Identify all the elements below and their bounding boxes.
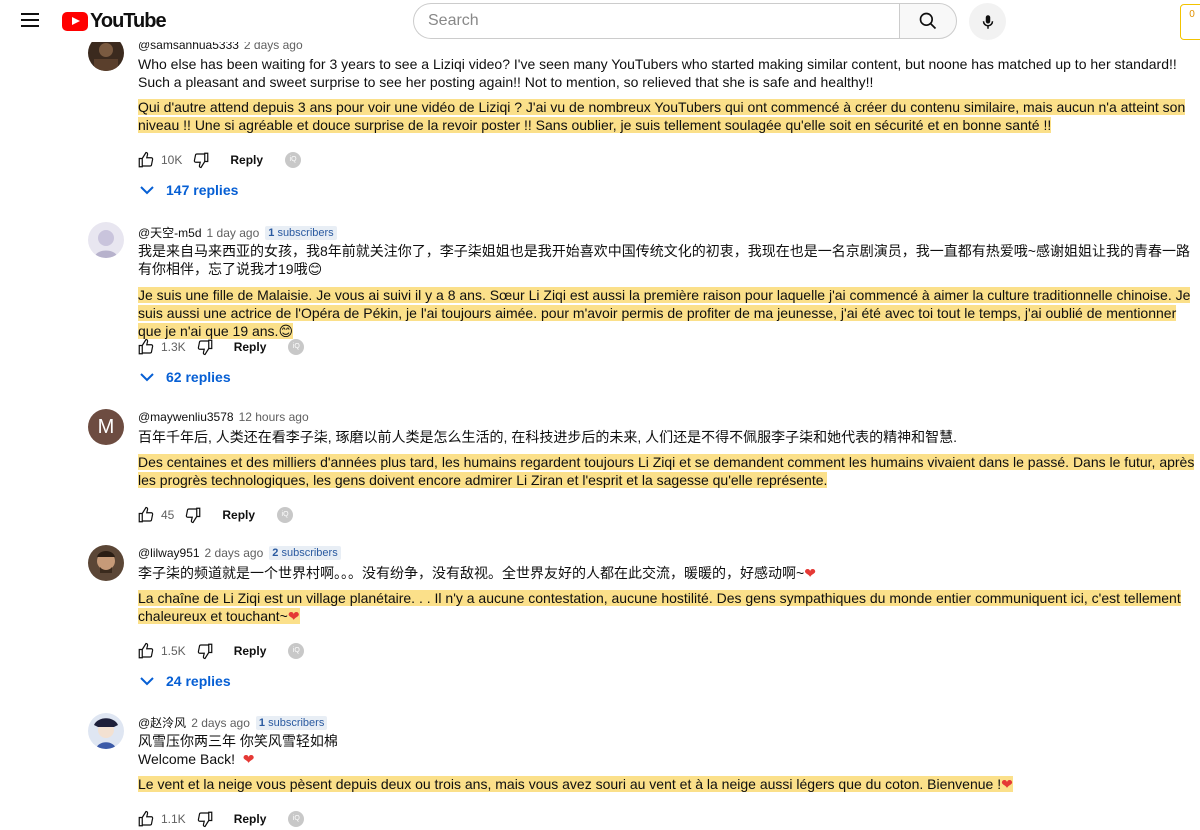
- avatar[interactable]: [88, 545, 124, 581]
- comment-author[interactable]: @赵泠风: [138, 714, 186, 731]
- like-icon[interactable]: [137, 642, 155, 660]
- reply-button[interactable]: Reply: [234, 340, 267, 354]
- heart-icon: ❤: [804, 565, 816, 581]
- search-icon: [919, 12, 937, 30]
- heart-icon: ❤: [242, 751, 255, 767]
- comment-meta: @lilway951 2 days ago 2 subscribers: [138, 546, 341, 560]
- top-bar: YouTube 0: [0, 0, 1200, 42]
- like-count: 10K: [161, 153, 183, 167]
- chevron-down-icon: [140, 677, 154, 686]
- comment-author[interactable]: @maywenliu3578: [138, 410, 234, 424]
- voice-search-button[interactable]: [969, 3, 1006, 40]
- logo-text: YouTube: [90, 9, 167, 32]
- translate-extension-icon[interactable]: iQ: [288, 643, 305, 659]
- subscriber-badge: 1 subscribers: [255, 715, 328, 730]
- heart-icon: ❤: [1001, 776, 1013, 792]
- comment-time[interactable]: 2 days ago: [205, 546, 264, 560]
- like-icon[interactable]: [137, 810, 155, 828]
- comment-actions: 1.3K Reply iQ: [137, 336, 305, 358]
- youtube-play-icon: [62, 11, 88, 31]
- avatar[interactable]: [88, 222, 124, 258]
- comment-time[interactable]: 1 day ago: [207, 226, 260, 240]
- dislike-icon[interactable]: [196, 338, 214, 356]
- avatar-image: [88, 222, 124, 258]
- view-replies-button[interactable]: 62 replies: [140, 369, 231, 385]
- like-icon[interactable]: [137, 506, 155, 524]
- comment-actions: 1.1K Reply iQ: [137, 808, 305, 830]
- search-button[interactable]: [899, 3, 957, 39]
- comment-time[interactable]: 2 days ago: [191, 716, 250, 730]
- comment-translation: Le vent et la neige vous pèsent depuis d…: [138, 776, 1013, 792]
- comment-actions: 10K Reply iQ: [137, 149, 302, 171]
- chevron-down-icon: [140, 186, 154, 195]
- like-count: 1.1K: [161, 812, 186, 826]
- translate-extension-icon[interactable]: iQ: [288, 811, 305, 827]
- like-count: 1.3K: [161, 340, 186, 354]
- translate-extension-icon[interactable]: iQ: [285, 152, 302, 168]
- reply-button[interactable]: Reply: [234, 812, 267, 826]
- comment-text: 风雪压你两三年 你笑风雪轻如棉 Welcome Back! ❤: [138, 733, 338, 767]
- avatar-image: [88, 713, 124, 749]
- reply-button[interactable]: Reply: [222, 508, 255, 522]
- dislike-icon[interactable]: [192, 151, 210, 169]
- youtube-logo[interactable]: YouTube: [62, 8, 167, 34]
- comment-author[interactable]: @天空-m5d: [138, 224, 202, 241]
- dislike-icon[interactable]: [196, 810, 214, 828]
- heart-icon: ❤: [287, 608, 300, 624]
- search-input[interactable]: [413, 3, 899, 39]
- translate-extension-icon[interactable]: iQ: [288, 339, 305, 355]
- comment-text: 百年千年后, 人类还在看李子柒, 琢磨以前人类是怎么生活的, 在科技进步后的未来…: [138, 429, 958, 445]
- comment-author[interactable]: @lilway951: [138, 546, 200, 560]
- comment-translation: Des centaines et des milliers d'années p…: [138, 454, 1195, 488]
- replies-count: 62 replies: [166, 369, 231, 385]
- like-icon[interactable]: [137, 338, 155, 356]
- comment-text: 李子柒的频道就是一个世界村啊。。。没有纷争，没有敌视。全世界友好的人都在此交流，…: [138, 565, 816, 581]
- comment-meta: @赵泠风 2 days ago 1 subscribers: [138, 714, 328, 731]
- comment-translation: Je suis une fille de Malaisie. Je vous a…: [138, 287, 1191, 339]
- view-replies-button[interactable]: 147 replies: [140, 182, 238, 198]
- like-count: 1.5K: [161, 644, 186, 658]
- like-icon[interactable]: [137, 151, 155, 169]
- comment-text: Who else has been waiting for 3 years to…: [138, 56, 1181, 90]
- comment-text: 我是来自马来西亚的女孩，我8年前就关注你了，李子柒姐姐也是我开始喜欢中国传统文化…: [138, 243, 1190, 277]
- comment-translation: Qui d'autre attend depuis 3 ans pour voi…: [138, 99, 1186, 133]
- dislike-icon[interactable]: [196, 642, 214, 660]
- microphone-icon: [982, 14, 993, 29]
- like-count: 45: [161, 508, 175, 522]
- comment-actions: 1.5K Reply iQ: [137, 640, 305, 662]
- reply-button[interactable]: Reply: [234, 644, 267, 658]
- avatar[interactable]: M: [88, 409, 124, 445]
- view-replies-button[interactable]: 24 replies: [140, 673, 231, 689]
- dislike-icon[interactable]: [184, 506, 202, 524]
- replies-count: 147 replies: [166, 182, 239, 198]
- avatar[interactable]: [88, 713, 124, 749]
- avatar-image: [88, 545, 124, 581]
- extension-badge[interactable]: 0: [1180, 4, 1200, 40]
- replies-count: 24 replies: [166, 673, 231, 689]
- subscriber-badge: 1 subscribers: [265, 225, 337, 240]
- comment-meta: @maywenliu3578 12 hours ago: [138, 410, 309, 424]
- comment-actions: 45 Reply iQ: [137, 504, 294, 526]
- search-box: [413, 3, 957, 39]
- menu-icon[interactable]: [18, 9, 42, 33]
- translate-extension-icon[interactable]: iQ: [277, 507, 294, 523]
- comment-time[interactable]: 12 hours ago: [239, 410, 309, 424]
- subscriber-badge: 2 subscribers: [269, 546, 341, 560]
- comment-translation: La chaîne de Li Ziqi est un village plan…: [138, 590, 1181, 624]
- reply-button[interactable]: Reply: [230, 153, 263, 167]
- chevron-down-icon: [140, 373, 154, 382]
- comment-meta: @天空-m5d 1 day ago 1 subscribers: [138, 224, 337, 241]
